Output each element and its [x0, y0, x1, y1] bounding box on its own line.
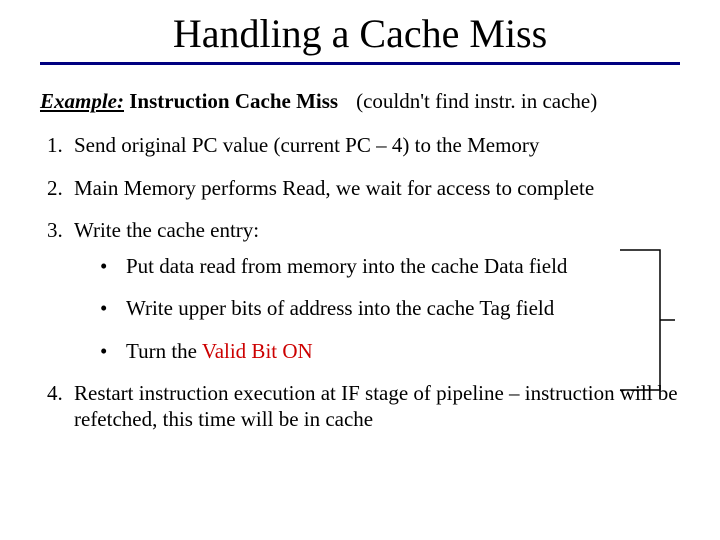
slide-title: Handling a Cache Miss [0, 10, 720, 57]
slide-body: Example: Instruction Cache Miss (couldn't… [40, 88, 690, 448]
ordered-list: Send original PC value (current PC – 4) … [40, 132, 690, 432]
step-4: Restart instruction execution at IF stag… [68, 380, 690, 433]
example-bold: Instruction Cache Miss [124, 89, 338, 113]
step-3-text: Write the cache entry: [74, 218, 259, 242]
example-line: Example: Instruction Cache Miss (couldn't… [40, 88, 690, 114]
step-3c-red: Valid Bit ON [202, 339, 313, 363]
step-3a: Put data read from memory into the cache… [100, 253, 690, 279]
step-3c: Turn the Valid Bit ON [100, 338, 690, 364]
slide: Handling a Cache Miss Example: Instructi… [0, 0, 720, 540]
example-label: Example: [40, 89, 124, 113]
step-3c-pre: Turn the [126, 339, 202, 363]
example-note: (couldn't find instr. in cache) [356, 88, 597, 114]
step-3: Write the cache entry: Put data read fro… [68, 217, 690, 364]
step-1: Send original PC value (current PC – 4) … [68, 132, 690, 158]
step-2: Main Memory performs Read, we wait for a… [68, 175, 690, 201]
step-3b: Write upper bits of address into the cac… [100, 295, 690, 321]
title-underline [40, 62, 680, 65]
step-3-sublist: Put data read from memory into the cache… [74, 253, 690, 364]
